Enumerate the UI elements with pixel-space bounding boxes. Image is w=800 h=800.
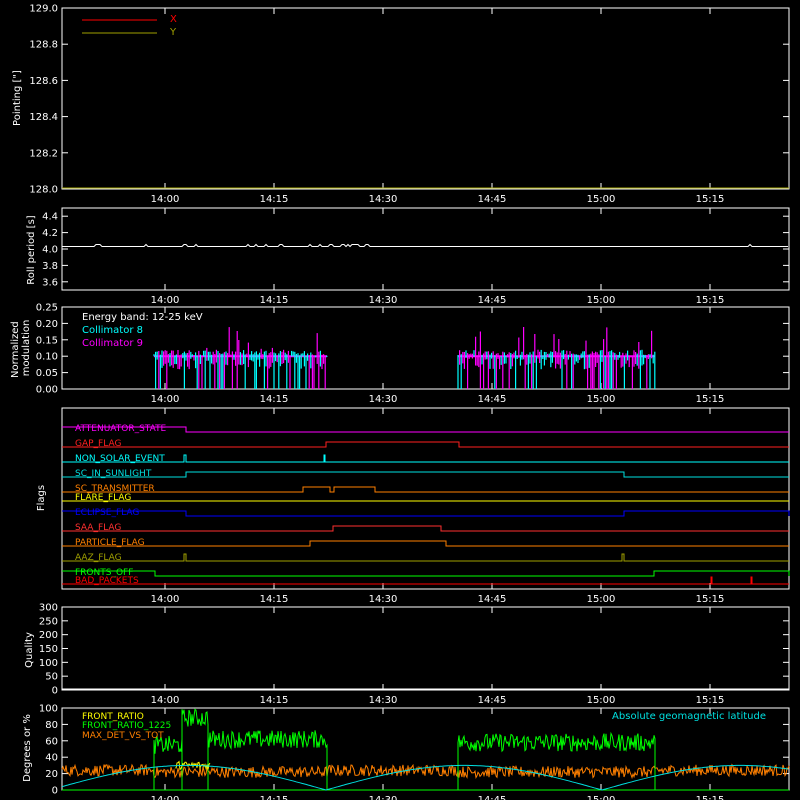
flag-label-eclipse_flag: ECLIPSE_FLAG (75, 508, 139, 518)
y-tick-label: 128.6 (29, 76, 58, 87)
flag-label-sc_in_sunlight: SC_IN_SUNLIGHT (75, 469, 152, 479)
modulation-ylabel-line2: modulation (21, 320, 32, 377)
x-tick-label: 14:00 (151, 194, 180, 205)
flag-label-gap_flag: GAP_FLAG (75, 439, 121, 449)
y-tick-label: 150 (39, 644, 58, 655)
y-tick-label: 20 (45, 769, 58, 780)
legend-y-label: Y (169, 27, 177, 38)
x-tick-label: 15:15 (696, 295, 725, 306)
flag-label-bad_packets: BAD_PACKETS (75, 576, 139, 586)
quality-ylabel: Quality (24, 632, 35, 668)
x-tick-label: 15:00 (587, 194, 616, 205)
y-tick-label: 0 (52, 686, 58, 697)
modulation-ylabel: Normalized modulation (10, 318, 32, 378)
x-tick-label: 14:30 (369, 394, 398, 405)
x-tick-label: 15:15 (696, 695, 725, 706)
x-tick-label: 14:15 (260, 695, 289, 706)
y-tick-label: 4.4 (42, 212, 58, 223)
x-tick-label: 14:45 (478, 594, 507, 605)
y-tick-label: 250 (39, 616, 58, 627)
y-tick-label: 60 (45, 736, 58, 747)
flag-label-attenuator_state: ATTENUATOR_STATE (75, 424, 167, 434)
y-tick-label: 4.0 (42, 245, 58, 256)
modulation-ylabel-line1: Normalized (10, 321, 21, 378)
x-tick-label: 15:00 (587, 795, 616, 800)
y-tick-label: 0 (52, 786, 58, 797)
x-tick-label: 14:45 (478, 194, 507, 205)
y-tick-label: 0.20 (36, 319, 58, 330)
flag-label-particle_flag: PARTICLE_FLAG (75, 538, 145, 548)
legend-x-label: X (170, 14, 177, 25)
legend-front-ratio-1225: FRONT_RATIO_1225 (82, 721, 171, 731)
legend-collimator9: Collimator 9 (82, 338, 143, 349)
y-tick-label: 50 (45, 672, 58, 683)
y-tick-label: 80 (45, 720, 58, 731)
x-tick-label: 15:00 (587, 295, 616, 306)
x-tick-label: 14:45 (478, 394, 507, 405)
x-tick-label: 14:30 (369, 194, 398, 205)
x-tick-label: 14:15 (260, 394, 289, 405)
x-tick-label: 15:00 (587, 594, 616, 605)
x-tick-label: 14:30 (369, 695, 398, 706)
x-tick-label: 15:15 (696, 795, 725, 800)
x-tick-label: 14:15 (260, 594, 289, 605)
y-tick-label: 128.0 (29, 185, 58, 196)
flag-label-non_solar_event: NON_SOLAR_EVENT (75, 454, 165, 464)
y-tick-label: 128.2 (29, 148, 58, 159)
y-tick-label: 200 (39, 630, 58, 641)
x-tick-label: 14:15 (260, 194, 289, 205)
flag-label-flare_flag: FLARE_FLAG (75, 493, 131, 503)
x-tick-label: 14:15 (260, 795, 289, 800)
x-tick-label: 14:30 (369, 594, 398, 605)
x-tick-label: 14:00 (151, 594, 180, 605)
x-tick-label: 14:00 (151, 295, 180, 306)
legend-geomagnetic-latitude: Absolute geomagnetic latitude (612, 711, 766, 722)
x-tick-label: 15:15 (696, 594, 725, 605)
y-tick-label: 0.05 (36, 368, 58, 379)
y-tick-label: 0.15 (36, 335, 58, 346)
roll-ylabel: Roll period [s] (26, 215, 37, 284)
y-tick-label: 3.8 (42, 261, 58, 272)
y-tick-label: 100 (39, 658, 58, 669)
flags-ylabel: Flags (36, 485, 47, 511)
x-tick-label: 15:15 (696, 394, 725, 405)
x-tick-label: 14:00 (151, 795, 180, 800)
x-tick-label: 14:30 (369, 795, 398, 800)
y-tick-label: 128.8 (29, 40, 58, 51)
x-tick-label: 14:30 (369, 295, 398, 306)
y-tick-label: 128.4 (29, 112, 58, 123)
x-tick-label: 14:00 (151, 695, 180, 706)
pointing-ylabel: Pointing ["] (12, 70, 23, 126)
quicklook-figure: Pointing ["] Roll period [s] Normalized … (0, 0, 800, 800)
y-tick-label: 40 (45, 753, 58, 764)
legend-max-det-vs-tot: MAX_DET_VS_TOT (82, 731, 164, 741)
flag-label-saa_flag: SAA_FLAG (75, 523, 121, 533)
y-tick-label: 100 (39, 704, 58, 715)
x-tick-label: 15:00 (587, 394, 616, 405)
y-tick-label: 0.25 (36, 303, 58, 314)
y-tick-label: 4.2 (42, 228, 58, 239)
flag-label-aaz_flag: AAZ_FLAG (75, 553, 122, 563)
energy-band-label: Energy band: 12-25 keV (82, 312, 203, 323)
y-tick-label: 129.0 (29, 4, 58, 15)
legend-collimator8: Collimator 8 (82, 325, 143, 336)
x-tick-label: 14:45 (478, 795, 507, 800)
y-tick-label: 0.10 (36, 352, 58, 363)
y-tick-label: 3.6 (42, 277, 58, 288)
y-tick-label: 0.00 (36, 385, 58, 396)
ratios-ylabel: Degrees or % (22, 714, 33, 782)
x-tick-label: 15:00 (587, 695, 616, 706)
y-tick-label: 300 (39, 603, 58, 614)
x-tick-label: 14:45 (478, 695, 507, 706)
x-tick-label: 14:45 (478, 295, 507, 306)
x-tick-label: 14:15 (260, 295, 289, 306)
x-tick-label: 14:00 (151, 394, 180, 405)
x-tick-label: 15:15 (696, 194, 725, 205)
